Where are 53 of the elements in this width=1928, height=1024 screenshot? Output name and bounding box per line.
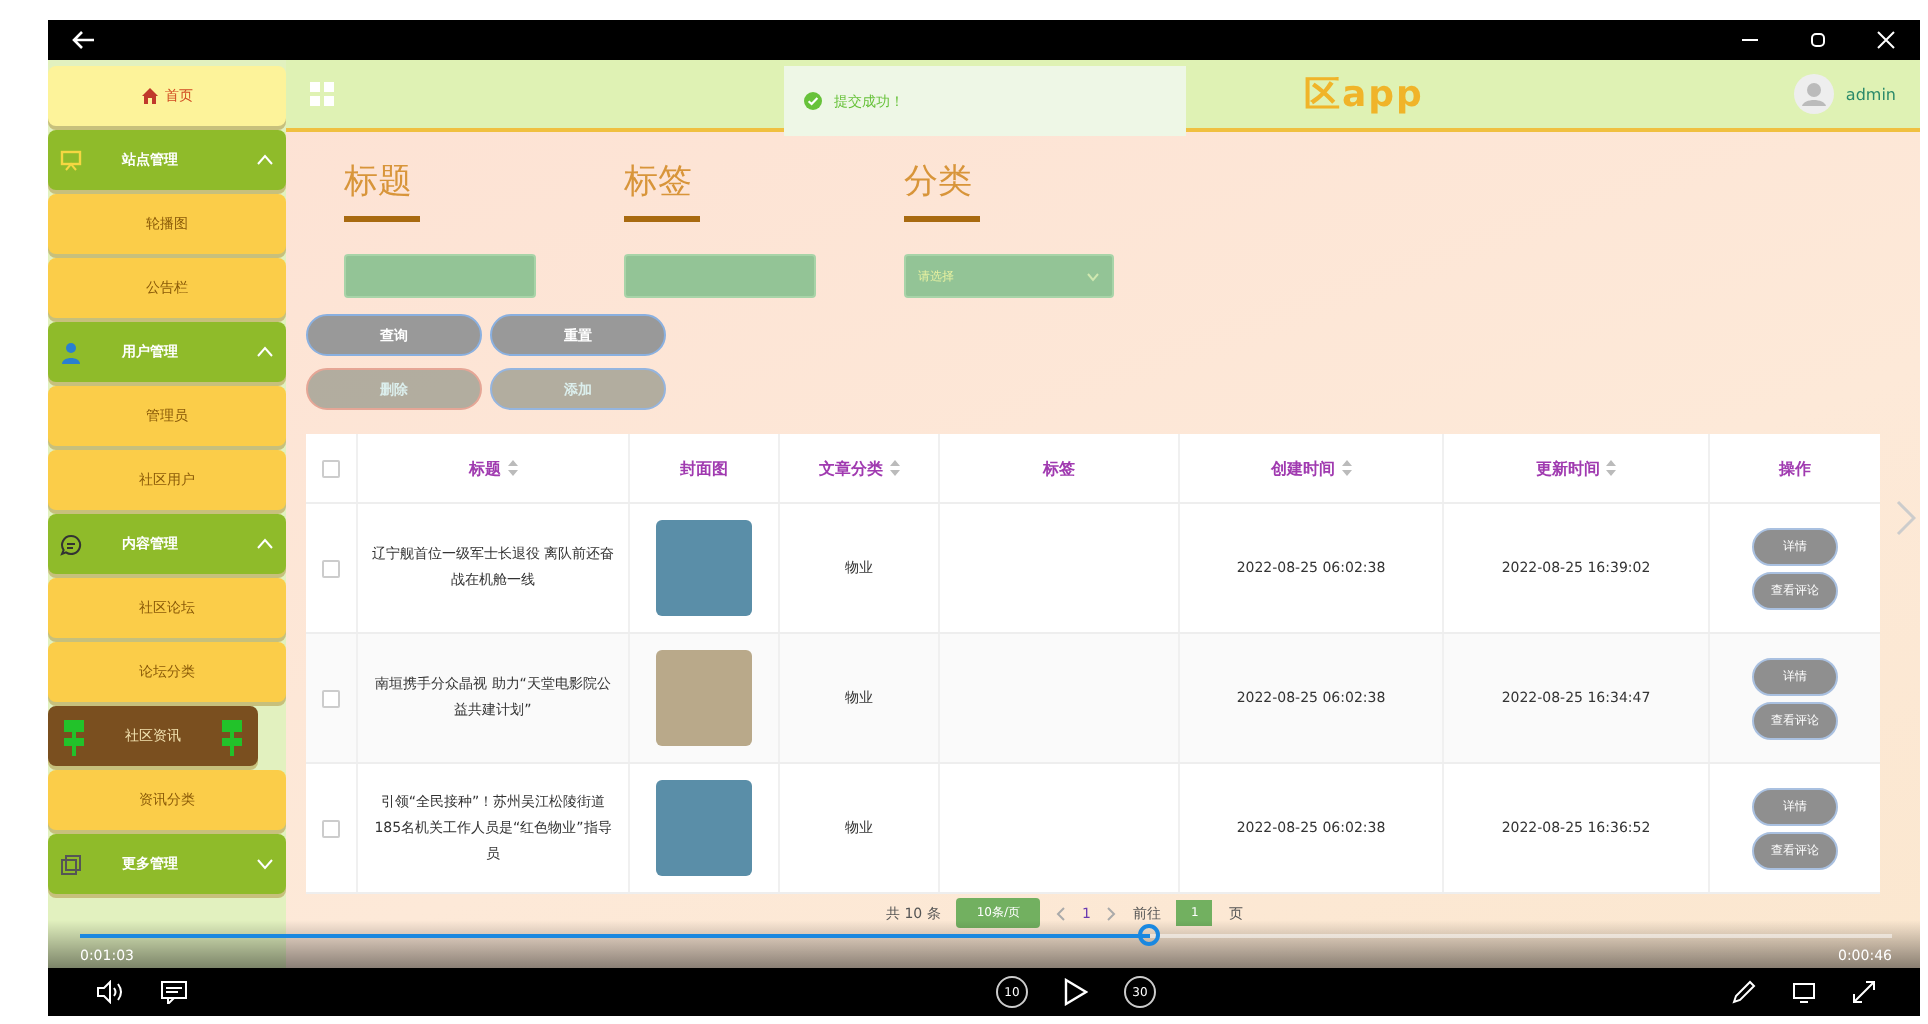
username[interactable]: admin xyxy=(1845,85,1896,103)
person-icon xyxy=(60,341,82,363)
pen-icon[interactable] xyxy=(1732,980,1756,1004)
row-checkbox[interactable] xyxy=(322,559,340,577)
column-header[interactable]: 更新时间 xyxy=(1536,457,1600,479)
chevron-left-icon[interactable] xyxy=(1056,905,1067,921)
photo-placeholder xyxy=(656,650,752,746)
screen-icon[interactable] xyxy=(1792,980,1816,1004)
field-label: 标题 xyxy=(344,160,414,204)
play-icon[interactable] xyxy=(1064,978,1088,1006)
chevron-up-icon xyxy=(256,346,274,358)
column-header: 封面图 xyxy=(680,457,728,479)
squares-icon xyxy=(60,853,82,875)
chevron-right-icon[interactable] xyxy=(1896,500,1916,536)
avatar-icon[interactable] xyxy=(1793,74,1834,114)
check-circle-icon xyxy=(804,92,822,110)
chat-bubble-icon xyxy=(60,533,82,555)
caret-icon xyxy=(1086,271,1100,281)
monitor-icon xyxy=(60,149,82,171)
select-all-checkbox[interactable] xyxy=(322,459,340,477)
expand-icon[interactable] xyxy=(1852,980,1876,1004)
column-header[interactable]: 文章分类 xyxy=(819,457,883,479)
chevron-down-icon xyxy=(256,858,274,870)
app-title: 区app xyxy=(1304,72,1424,118)
column-header[interactable]: 创建时间 xyxy=(1271,457,1335,479)
restore-icon[interactable] xyxy=(1808,30,1828,50)
input-field[interactable] xyxy=(624,254,816,298)
house-icon xyxy=(141,88,157,104)
sort-icon[interactable] xyxy=(1341,460,1351,476)
sort-icon[interactable] xyxy=(1606,460,1616,476)
input-field[interactable] xyxy=(344,254,536,298)
progress-bar[interactable] xyxy=(80,924,1892,946)
chevron-up-icon xyxy=(256,154,274,166)
field-label: 分类 xyxy=(904,160,974,204)
column-header[interactable]: 标题 xyxy=(469,457,501,479)
column-header: 操作 xyxy=(1779,457,1811,479)
row-checkbox[interactable] xyxy=(322,819,340,837)
column-header: 标签 xyxy=(1043,457,1075,479)
tree-icon xyxy=(60,716,88,756)
sort-icon[interactable] xyxy=(889,460,899,476)
photo-placeholder xyxy=(656,520,752,616)
back-arrow-icon[interactable] xyxy=(72,30,96,50)
field-label: 标签 xyxy=(624,160,694,204)
sort-icon[interactable] xyxy=(507,460,517,476)
chevron-up-icon xyxy=(256,538,274,550)
grid-menu-icon[interactable] xyxy=(310,82,334,106)
chevron-right-icon[interactable] xyxy=(1106,905,1117,921)
photo-placeholder xyxy=(656,780,752,876)
volume-icon[interactable] xyxy=(96,980,124,1004)
tree-icon xyxy=(218,716,246,756)
row-checkbox[interactable] xyxy=(322,689,340,707)
close-icon[interactable] xyxy=(1876,30,1896,50)
captions-icon[interactable] xyxy=(160,980,188,1004)
